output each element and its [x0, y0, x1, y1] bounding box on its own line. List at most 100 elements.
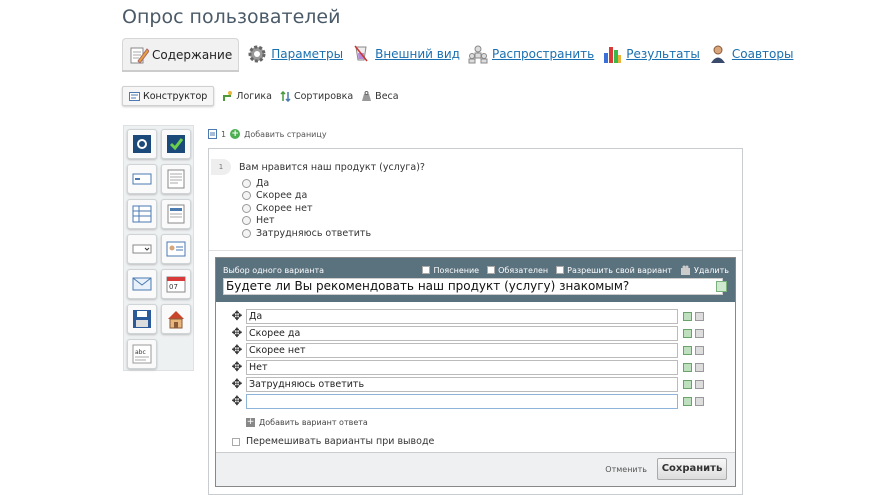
user-icon [710, 45, 725, 63]
answer-input[interactable]: Скорее нет [246, 343, 678, 358]
house-icon [168, 311, 184, 329]
subtab-sort[interactable]: Сортировка [280, 90, 354, 102]
answer-input[interactable]: Нет [246, 360, 678, 375]
tab-results-label: Результаты [626, 47, 700, 61]
add-page-icon[interactable]: + [230, 129, 241, 139]
shuffle-label: Перемешивать варианты при выводе [246, 436, 435, 447]
tab-coauthors[interactable]: Соавторы [708, 44, 794, 64]
required-checkbox[interactable] [487, 266, 496, 274]
tab-content[interactable]: Содержание [122, 38, 240, 70]
radio-button[interactable] [242, 178, 251, 188]
allow-own-checkbox[interactable] [556, 266, 565, 274]
list-icon [167, 204, 185, 224]
matrix-question-tool[interactable] [127, 199, 157, 229]
allow-own-option[interactable]: Разрешить свой вариант [556, 266, 672, 275]
textfield-question-tool[interactable] [127, 164, 157, 194]
subtab-logic[interactable]: Логика [222, 90, 272, 102]
editor-options: Пояснение Обязателен Разрешить свой вари… [422, 265, 729, 275]
shuffle-option[interactable]: Перемешивать варианты при выводе [232, 436, 434, 447]
option-item[interactable]: Нет [242, 215, 371, 228]
matrix-icon [132, 205, 152, 223]
subtab-sort-label: Сортировка [293, 90, 354, 102]
radio-question-tool[interactable] [127, 129, 157, 159]
add-answer-icon[interactable] [683, 329, 692, 338]
page-selector: 1 + Добавить страницу [208, 129, 327, 139]
radio-button[interactable] [242, 203, 251, 213]
checkbox-question-tool[interactable] [161, 129, 191, 159]
drag-handle-icon[interactable]: ✥ [230, 394, 244, 409]
tab-content-label: Содержание [152, 47, 233, 62]
address-question-tool[interactable] [161, 304, 191, 334]
option-item[interactable]: Затрудняюсь ответить [242, 227, 371, 240]
calendar-icon: 07 [166, 276, 186, 293]
save-button[interactable]: Сохранить [657, 458, 727, 480]
question-text[interactable]: Вам нравится наш продукт (услуга)? [239, 162, 425, 173]
tab-params[interactable]: Параметры [247, 44, 343, 64]
question-text-input[interactable]: Будете ли Вы рекомендовать наш продукт (… [223, 278, 723, 295]
abc-text-icon: abc [132, 344, 152, 364]
list-question-tool[interactable] [161, 199, 191, 229]
option-item[interactable]: Скорее да [242, 190, 371, 203]
question-editor: Выбор одного варианта Пояснение Обязател… [215, 257, 736, 487]
answer-row: ✥ Скорее да [230, 326, 704, 341]
answer-input[interactable]: Да [246, 309, 678, 324]
add-answer-icon[interactable] [683, 312, 692, 321]
remove-answer-icon[interactable] [695, 397, 704, 406]
remove-answer-icon[interactable] [695, 329, 704, 338]
gear-icon [248, 45, 266, 63]
remove-answer-icon[interactable] [695, 312, 704, 321]
radio-button[interactable] [242, 191, 251, 201]
tab-results[interactable]: Результаты [602, 44, 700, 64]
drag-handle-icon[interactable]: ✥ [230, 343, 244, 358]
explanation-option[interactable]: Пояснение [422, 266, 479, 275]
option-item[interactable]: Скорее нет [242, 202, 371, 215]
email-question-tool[interactable] [127, 269, 157, 299]
text-field-icon [132, 173, 152, 185]
answer-input[interactable]: Скорее да [246, 326, 678, 341]
answer-input[interactable] [246, 394, 678, 409]
tab-distribute[interactable]: Распространить [468, 44, 594, 64]
add-answer-button[interactable]: + Добавить вариант ответа [246, 418, 368, 427]
option-item[interactable]: Да [242, 177, 371, 190]
delete-question-button[interactable]: Удалить [680, 265, 729, 275]
add-answer-icon[interactable] [683, 363, 692, 372]
editor-header: Выбор одного варианта Пояснение Обязател… [216, 258, 735, 302]
tab-coauthors-label: Соавторы [731, 47, 794, 61]
date-question-tool[interactable]: 07 [161, 269, 191, 299]
add-answer-icon[interactable] [683, 346, 692, 355]
required-option[interactable]: Обязателен [487, 266, 548, 275]
dropdown-icon [132, 244, 152, 254]
tab-appearance-label: Внешний вид [375, 47, 460, 61]
explanation-checkbox[interactable] [422, 266, 431, 274]
drag-handle-icon[interactable]: ✥ [230, 360, 244, 375]
radio-button[interactable] [242, 228, 251, 238]
subtab-constructor[interactable]: Конструктор [122, 86, 215, 106]
tab-distribute-label: Распространить [491, 47, 595, 61]
save-question-tool[interactable] [127, 304, 157, 334]
textarea-question-tool[interactable] [161, 164, 191, 194]
cancel-button[interactable]: Отменить [605, 465, 647, 474]
dropdown-question-tool[interactable] [127, 234, 157, 264]
contact-question-tool[interactable] [161, 234, 191, 264]
remove-answer-icon[interactable] [695, 346, 704, 355]
subtab-weights[interactable]: Веса [361, 90, 399, 102]
remove-answer-icon[interactable] [695, 380, 704, 389]
remove-answer-icon[interactable] [695, 363, 704, 372]
tab-params-label: Параметры [271, 47, 344, 61]
drag-handle-icon[interactable]: ✥ [230, 309, 244, 324]
text-block-tool[interactable]: abc [127, 339, 157, 369]
drag-handle-icon[interactable]: ✥ [230, 326, 244, 341]
add-answer-icon[interactable] [683, 397, 692, 406]
page-number[interactable]: 1 [221, 130, 226, 139]
question-number: 1 [211, 159, 231, 175]
add-page-link[interactable]: Добавить страницу [244, 130, 326, 139]
answer-input[interactable]: Затрудняюсь ответить [246, 377, 678, 392]
insert-image-icon[interactable] [716, 281, 727, 292]
tab-appearance[interactable]: Внешний вид [351, 44, 460, 64]
add-answer-icon[interactable] [683, 380, 692, 389]
radio-button[interactable] [242, 216, 251, 226]
shuffle-checkbox[interactable] [232, 437, 240, 446]
svg-text:07: 07 [169, 283, 178, 291]
checkbox-icon [167, 135, 185, 153]
drag-handle-icon[interactable]: ✥ [230, 377, 244, 392]
